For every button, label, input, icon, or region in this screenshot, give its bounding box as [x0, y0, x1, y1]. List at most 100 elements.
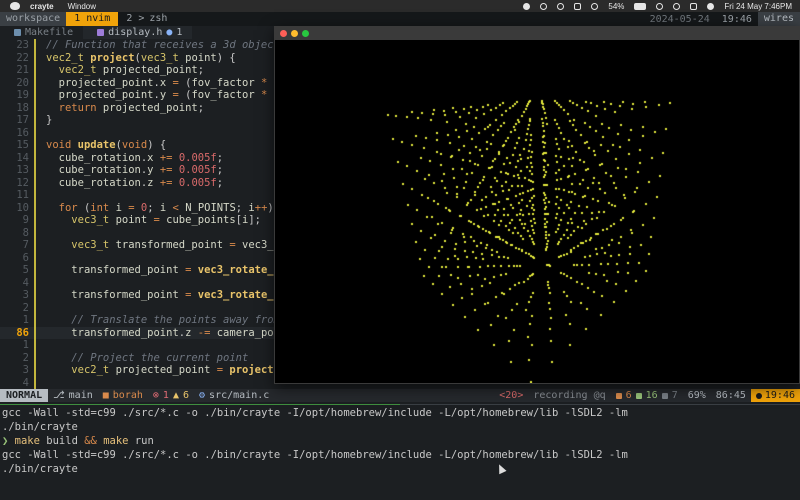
code-text: }	[46, 114, 53, 126]
user-segment: ■ borah	[98, 390, 148, 401]
line-number: 8	[22, 226, 29, 239]
git-branch: ⎇ main	[48, 390, 98, 401]
status-clock-label: 19:46	[764, 390, 795, 401]
git-change-marker	[34, 201, 36, 214]
terminal-output-line: ./bin/crayte	[2, 463, 78, 475]
tmux-hostname: wires	[757, 12, 800, 26]
tmux-time: 19:46	[721, 13, 752, 25]
siri-icon[interactable]	[707, 2, 715, 10]
code-text: cube_rotation.z += 0.005f;	[58, 176, 224, 189]
line-number: 6	[22, 251, 29, 264]
code-text: transformed_point = vec3_rotate_x(v	[71, 264, 292, 276]
git-change-marker	[34, 351, 36, 364]
tmux-window-index: 1	[74, 13, 81, 24]
tmux-date: 2024-05-24	[649, 13, 710, 25]
line-number: 5	[22, 264, 29, 276]
menu-bar: crayte Window 54% Fri 24 May 7:46PM	[0, 0, 800, 12]
file-icon: ⚙	[199, 390, 206, 401]
command: make	[103, 435, 129, 447]
battery-icon[interactable]	[634, 2, 647, 10]
file-path: src/main.c	[209, 390, 270, 401]
line-number: 13	[16, 164, 29, 176]
menu-window[interactable]: Window	[68, 2, 96, 11]
window-titlebar[interactable]	[275, 27, 799, 40]
tab-label: display.h	[108, 27, 163, 38]
line-number: 10	[16, 201, 29, 214]
changed-icon	[661, 392, 668, 399]
menu-clock[interactable]: Fri 24 May 7:46PM	[724, 2, 792, 11]
code-text: vec2_t projected_point;	[58, 64, 205, 76]
added-count: 16	[645, 390, 658, 401]
git-change-marker	[34, 189, 36, 202]
warning-icon: ▲	[172, 390, 179, 401]
mode-indicator: NORMAL	[0, 389, 49, 402]
tab-label: Makefile	[25, 27, 74, 38]
line-number: 20	[16, 76, 29, 89]
wifi-icon[interactable]	[656, 2, 664, 10]
line-number: 22	[16, 51, 29, 64]
dot-icon[interactable]	[557, 2, 565, 10]
code-text: cube_rotation.y += 0.005f;	[58, 164, 224, 176]
line-number: 23	[16, 39, 29, 51]
code-text: transformed_point.z -= camera_posit	[71, 326, 293, 339]
git-change-marker	[34, 164, 36, 177]
code-text: vec2_t project(vec3_t point) {	[46, 51, 236, 64]
line-number: 1	[22, 339, 29, 351]
git-change-marker	[34, 214, 36, 227]
line-number: 3	[22, 289, 29, 301]
error-icon: ⊗	[152, 390, 159, 401]
line-number: 14	[16, 151, 29, 164]
tmux-status-bar: workspace 1 nvim 2 > zsh 2024-05-24 19:46 w…	[0, 12, 800, 26]
app-menu-crayte[interactable]: crayte	[30, 2, 54, 11]
git-change-marker	[34, 139, 36, 152]
status-clock: 19:46	[750, 389, 800, 402]
minimize-button[interactable]	[291, 30, 298, 37]
tmux-window-nvim[interactable]: 1 nvim	[66, 12, 119, 26]
search-icon[interactable]	[673, 2, 681, 10]
git-change-marker	[34, 376, 36, 389]
git-change-marker	[34, 339, 36, 352]
git-branch-icon: ⎇	[53, 390, 65, 401]
zoom-button[interactable]	[302, 30, 309, 37]
apple-icon[interactable]	[10, 2, 20, 10]
back-icon[interactable]	[540, 2, 548, 10]
git-change-marker	[34, 151, 36, 164]
git-change-marker	[34, 51, 36, 64]
line-number: 2	[22, 301, 29, 314]
modified-count: 6	[625, 390, 632, 401]
code-text: projected_point.x = (fov_factor * poi	[58, 76, 293, 89]
diagnostics[interactable]: ⊗ 1 ▲ 6	[148, 390, 194, 401]
warning-count: 6	[182, 390, 190, 401]
git-change-marker	[34, 176, 36, 189]
cube-render-canvas	[275, 40, 799, 383]
close-button[interactable]	[280, 30, 287, 37]
terminal-output-line: gcc -Wall -std=c99 ./src/*.c -o ./bin/cr…	[2, 407, 628, 419]
git-change-marker	[34, 289, 36, 302]
line-number: 1	[22, 314, 29, 326]
prompt-symbol: ❯	[2, 435, 9, 447]
battery-percent[interactable]: 54%	[608, 2, 624, 11]
person-icon[interactable]	[591, 2, 599, 10]
screen-icon[interactable]	[574, 2, 582, 10]
git-change-marker	[34, 364, 36, 377]
record-icon[interactable]	[523, 2, 531, 10]
git-change-marker	[34, 264, 36, 277]
git-change-marker	[34, 39, 36, 52]
code-text: vec3_t transformed_point = vec3_rot	[71, 239, 293, 251]
header-file-icon	[97, 29, 105, 36]
tab-makefile[interactable]: Makefile	[0, 26, 83, 39]
tmux-session-name: workspace	[0, 12, 67, 26]
tmux-window-zsh[interactable]: 2 > zsh	[118, 12, 175, 26]
control-center-icon[interactable]	[690, 2, 698, 10]
line-number: 4	[22, 376, 29, 389]
nvim-statusline: NORMAL ⎇ main ■ borah ⊗ 1 ▲ 6 ⚙ src/main…	[0, 389, 800, 402]
terminal-pane[interactable]: gcc -Wall -std=c99 ./src/*.c -o ./bin/cr…	[0, 406, 800, 500]
code-text: // Project the current point	[46, 351, 249, 364]
code-text: // Function that receives a 3d object a	[46, 39, 293, 51]
code-text: cube_rotation.x += 0.005f;	[58, 151, 224, 164]
tab-display-h[interactable]: display.h ● 1	[83, 26, 193, 39]
sdl-render-window[interactable]	[274, 26, 800, 384]
line-number: 4	[22, 276, 29, 289]
git-change-marker	[34, 326, 36, 339]
tmux-window-label: nvim	[86, 13, 111, 24]
